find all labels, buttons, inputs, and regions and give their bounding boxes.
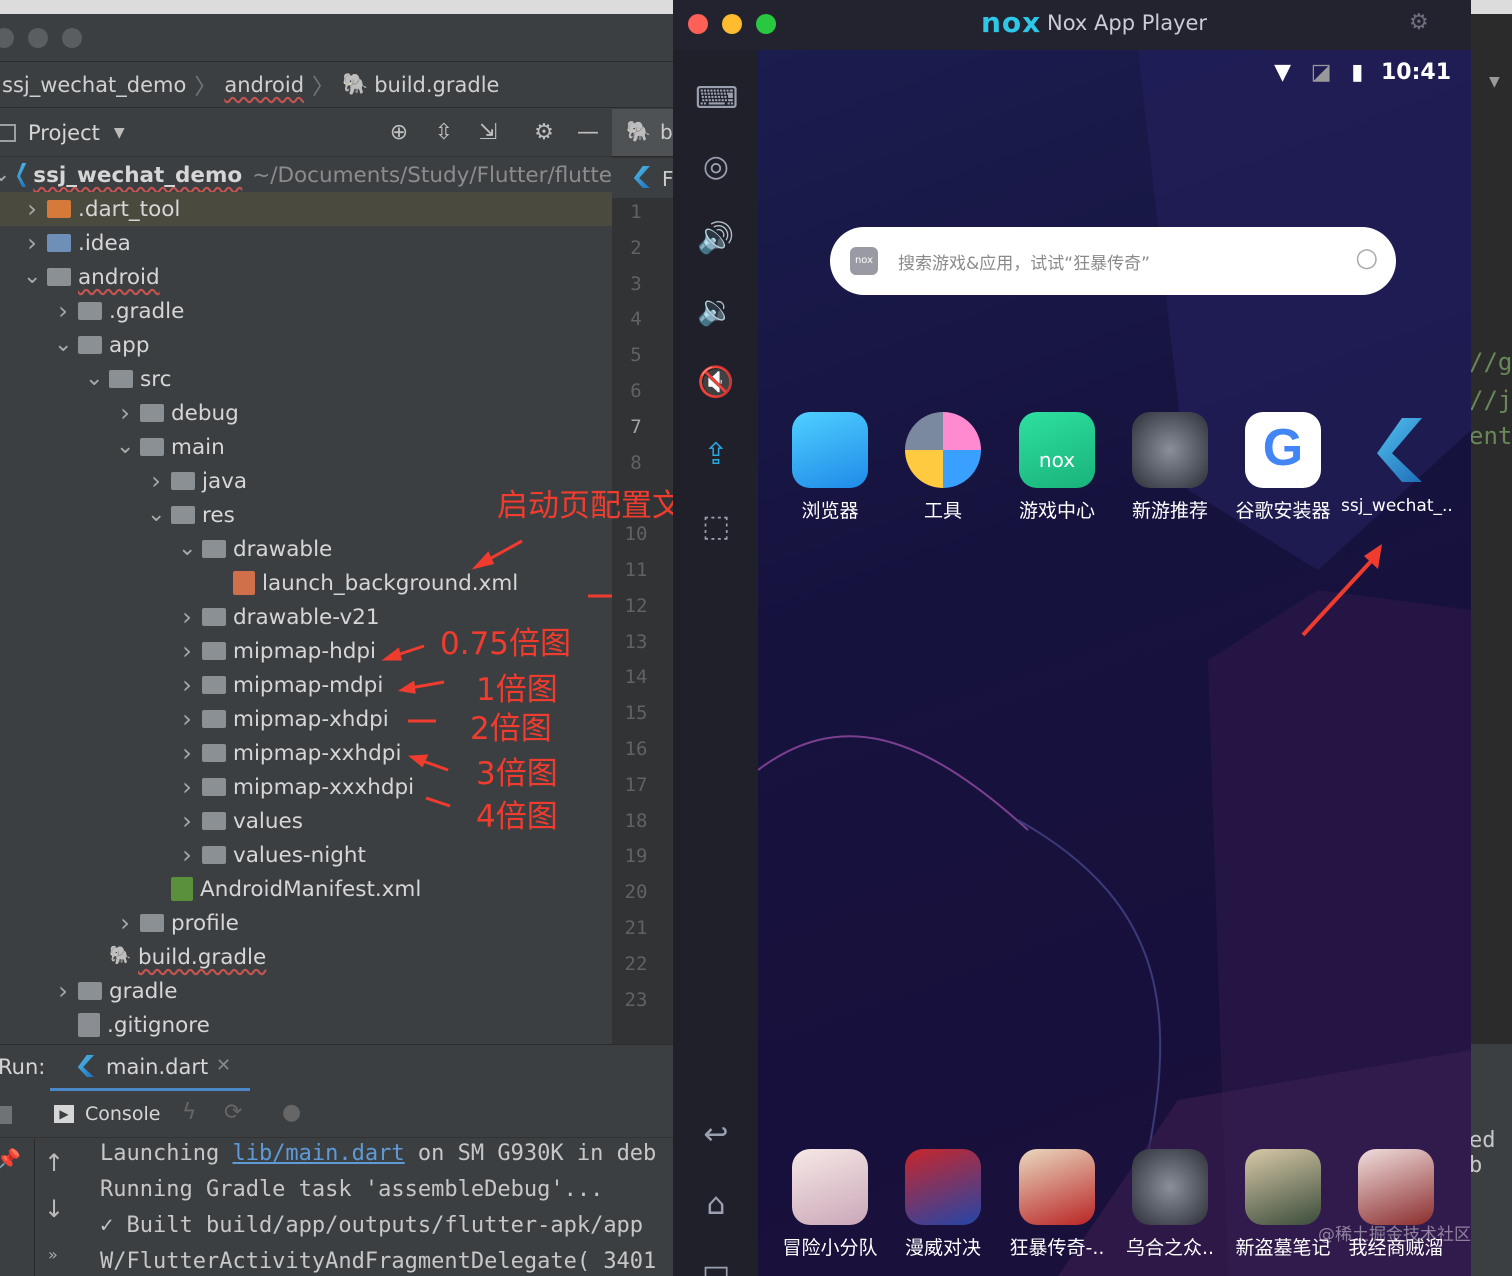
- nox-titlebar: nox Nox App Player ⚙: [673, 0, 1471, 50]
- nox-logo: nox: [981, 6, 1042, 39]
- recent-apps-icon[interactable]: ▭: [695, 1250, 737, 1276]
- settings-icon[interactable]: ⚙: [1409, 10, 1429, 35]
- window-minimize-button[interactable]: [722, 14, 742, 34]
- location-icon[interactable]: ◎: [695, 146, 737, 188]
- code-fragment: //jc: [1471, 386, 1512, 414]
- home-icon[interactable]: ⌂: [695, 1184, 737, 1226]
- nox-title: Nox App Player: [1047, 11, 1208, 35]
- arrow-head: [408, 754, 429, 768]
- back-icon[interactable]: ↩: [695, 1114, 737, 1156]
- watermark: @稀土掘金技术社区: [1318, 1225, 1471, 1245]
- annotation-arrows: [381, 539, 612, 808]
- arrow-head: [397, 680, 416, 694]
- window-close-button[interactable]: [688, 14, 708, 34]
- window-zoom-button[interactable]: [756, 14, 776, 34]
- annotation-arrow-app: [1301, 544, 1382, 637]
- volume-up-icon[interactable]: 🔊: [695, 218, 737, 260]
- console-fragment: ed b: [1471, 1128, 1496, 1178]
- nox-window: nox Nox App Player ⚙ ⌨ ◎ 🔊 🔉 🔇 ⇪ ⬚ ↩ ⌂ ▭…: [673, 0, 1471, 1276]
- arrow-mdpi: [409, 680, 445, 690]
- code-fragment: //gc: [1471, 348, 1512, 376]
- ide-right-sliver: ▼ //gc //jc ent/ ed b: [1471, 0, 1512, 1276]
- volume-down-icon[interactable]: 🔉: [695, 290, 737, 332]
- window-top-strip: [1471, 0, 1512, 14]
- screenshot-icon[interactable]: ⬚: [695, 506, 737, 548]
- keyboard-icon[interactable]: ⌨: [695, 78, 738, 120]
- arrow-xxxhdpi: [425, 796, 451, 808]
- code-fragment: ent/: [1471, 422, 1512, 450]
- arrow-head: [381, 647, 402, 661]
- ide-window: ssj_wechat_demo 〉 android 〉 🐘 build.grad…: [0, 0, 673, 1276]
- android-screen: ▼ ◪ ▮ 10:41 nox 搜索游戏&应用，试试“狂暴传奇” ○ 浏览器 工具…: [758, 50, 1471, 1276]
- arrow-head: [471, 551, 495, 570]
- mute-icon[interactable]: 🔇: [695, 362, 737, 404]
- chevron-down-icon[interactable]: ▼: [1489, 74, 1500, 90]
- apk-install-icon[interactable]: ⇪: [695, 434, 737, 476]
- nox-sidebar: ⌨ ◎ 🔊 🔉 🔇 ⇪ ⬚ ↩ ⌂ ▭: [673, 50, 758, 1276]
